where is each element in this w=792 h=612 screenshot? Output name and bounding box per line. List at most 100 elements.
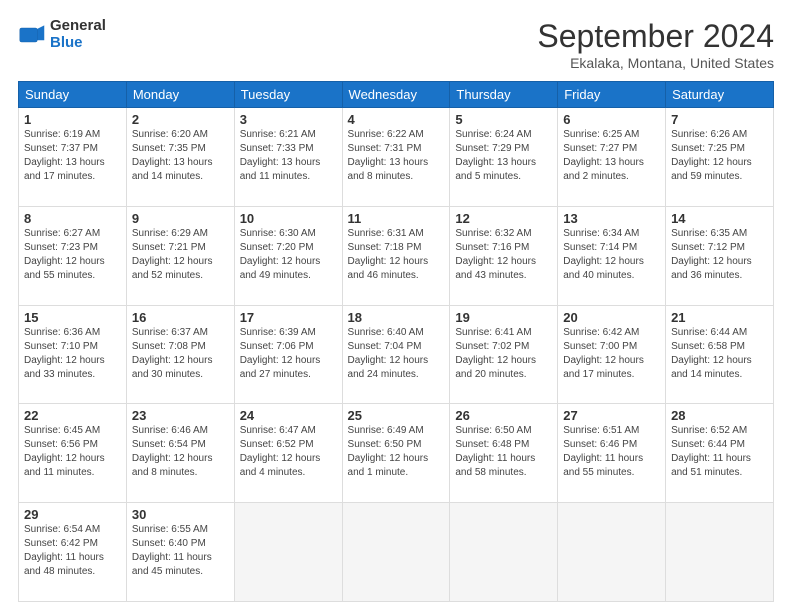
- day-number: 17: [240, 310, 337, 325]
- day-info: Sunrise: 6:52 AM Sunset: 6:44 PM Dayligh…: [671, 424, 768, 480]
- day-info: Sunrise: 6:55 AM Sunset: 6:40 PM Dayligh…: [132, 523, 229, 579]
- calendar-cell: 27Sunrise: 6:51 AM Sunset: 6:46 PM Dayli…: [558, 404, 666, 503]
- main-title: September 2024: [537, 18, 774, 55]
- day-info: Sunrise: 6:50 AM Sunset: 6:48 PM Dayligh…: [455, 424, 552, 480]
- day-number: 19: [455, 310, 552, 325]
- day-number: 1: [24, 112, 121, 127]
- weekday-header-thursday: Thursday: [450, 82, 558, 108]
- calendar-week-0: 1Sunrise: 6:19 AM Sunset: 7:37 PM Daylig…: [19, 108, 774, 207]
- calendar-cell: 29Sunrise: 6:54 AM Sunset: 6:42 PM Dayli…: [19, 503, 127, 602]
- calendar-cell: 2Sunrise: 6:20 AM Sunset: 7:35 PM Daylig…: [126, 108, 234, 207]
- header: General Blue September 2024 Ekalaka, Mon…: [18, 18, 774, 71]
- day-info: Sunrise: 6:30 AM Sunset: 7:20 PM Dayligh…: [240, 227, 337, 283]
- calendar-cell: 26Sunrise: 6:50 AM Sunset: 6:48 PM Dayli…: [450, 404, 558, 503]
- calendar-cell: 21Sunrise: 6:44 AM Sunset: 6:58 PM Dayli…: [666, 305, 774, 404]
- calendar-cell: 22Sunrise: 6:45 AM Sunset: 6:56 PM Dayli…: [19, 404, 127, 503]
- calendar-cell: 24Sunrise: 6:47 AM Sunset: 6:52 PM Dayli…: [234, 404, 342, 503]
- day-info: Sunrise: 6:36 AM Sunset: 7:10 PM Dayligh…: [24, 326, 121, 382]
- logo-line2: Blue: [50, 35, 106, 52]
- day-number: 29: [24, 507, 121, 522]
- title-block: September 2024 Ekalaka, Montana, United …: [537, 18, 774, 71]
- calendar-cell: 14Sunrise: 6:35 AM Sunset: 7:12 PM Dayli…: [666, 206, 774, 305]
- calendar-cell: 1Sunrise: 6:19 AM Sunset: 7:37 PM Daylig…: [19, 108, 127, 207]
- day-info: Sunrise: 6:22 AM Sunset: 7:31 PM Dayligh…: [348, 128, 445, 184]
- logo: General Blue: [18, 18, 106, 51]
- day-number: 2: [132, 112, 229, 127]
- page: General Blue September 2024 Ekalaka, Mon…: [0, 0, 792, 612]
- day-info: Sunrise: 6:24 AM Sunset: 7:29 PM Dayligh…: [455, 128, 552, 184]
- day-info: Sunrise: 6:39 AM Sunset: 7:06 PM Dayligh…: [240, 326, 337, 382]
- day-number: 14: [671, 211, 768, 226]
- calendar-cell: 6Sunrise: 6:25 AM Sunset: 7:27 PM Daylig…: [558, 108, 666, 207]
- day-info: Sunrise: 6:29 AM Sunset: 7:21 PM Dayligh…: [132, 227, 229, 283]
- calendar-cell: [558, 503, 666, 602]
- day-info: Sunrise: 6:27 AM Sunset: 7:23 PM Dayligh…: [24, 227, 121, 283]
- calendar-cell: 23Sunrise: 6:46 AM Sunset: 6:54 PM Dayli…: [126, 404, 234, 503]
- day-number: 30: [132, 507, 229, 522]
- day-info: Sunrise: 6:45 AM Sunset: 6:56 PM Dayligh…: [24, 424, 121, 480]
- weekday-header-monday: Monday: [126, 82, 234, 108]
- calendar-cell: 30Sunrise: 6:55 AM Sunset: 6:40 PM Dayli…: [126, 503, 234, 602]
- day-number: 28: [671, 408, 768, 423]
- day-info: Sunrise: 6:46 AM Sunset: 6:54 PM Dayligh…: [132, 424, 229, 480]
- day-info: Sunrise: 6:49 AM Sunset: 6:50 PM Dayligh…: [348, 424, 445, 480]
- day-number: 21: [671, 310, 768, 325]
- day-info: Sunrise: 6:54 AM Sunset: 6:42 PM Dayligh…: [24, 523, 121, 579]
- day-info: Sunrise: 6:51 AM Sunset: 6:46 PM Dayligh…: [563, 424, 660, 480]
- calendar-cell: 18Sunrise: 6:40 AM Sunset: 7:04 PM Dayli…: [342, 305, 450, 404]
- day-info: Sunrise: 6:44 AM Sunset: 6:58 PM Dayligh…: [671, 326, 768, 382]
- calendar-cell: [234, 503, 342, 602]
- day-info: Sunrise: 6:35 AM Sunset: 7:12 PM Dayligh…: [671, 227, 768, 283]
- day-number: 23: [132, 408, 229, 423]
- calendar-cell: 25Sunrise: 6:49 AM Sunset: 6:50 PM Dayli…: [342, 404, 450, 503]
- day-info: Sunrise: 6:31 AM Sunset: 7:18 PM Dayligh…: [348, 227, 445, 283]
- calendar-cell: 4Sunrise: 6:22 AM Sunset: 7:31 PM Daylig…: [342, 108, 450, 207]
- weekday-header-sunday: Sunday: [19, 82, 127, 108]
- calendar-cell: 7Sunrise: 6:26 AM Sunset: 7:25 PM Daylig…: [666, 108, 774, 207]
- day-number: 10: [240, 211, 337, 226]
- calendar-cell: 11Sunrise: 6:31 AM Sunset: 7:18 PM Dayli…: [342, 206, 450, 305]
- day-number: 20: [563, 310, 660, 325]
- day-number: 27: [563, 408, 660, 423]
- day-info: Sunrise: 6:47 AM Sunset: 6:52 PM Dayligh…: [240, 424, 337, 480]
- calendar-cell: 8Sunrise: 6:27 AM Sunset: 7:23 PM Daylig…: [19, 206, 127, 305]
- calendar-cell: 10Sunrise: 6:30 AM Sunset: 7:20 PM Dayli…: [234, 206, 342, 305]
- calendar-week-2: 15Sunrise: 6:36 AM Sunset: 7:10 PM Dayli…: [19, 305, 774, 404]
- day-info: Sunrise: 6:37 AM Sunset: 7:08 PM Dayligh…: [132, 326, 229, 382]
- calendar-cell: 13Sunrise: 6:34 AM Sunset: 7:14 PM Dayli…: [558, 206, 666, 305]
- day-number: 24: [240, 408, 337, 423]
- day-number: 18: [348, 310, 445, 325]
- calendar-cell: 9Sunrise: 6:29 AM Sunset: 7:21 PM Daylig…: [126, 206, 234, 305]
- day-number: 9: [132, 211, 229, 226]
- day-number: 22: [24, 408, 121, 423]
- subtitle: Ekalaka, Montana, United States: [537, 55, 774, 71]
- calendar-cell: 16Sunrise: 6:37 AM Sunset: 7:08 PM Dayli…: [126, 305, 234, 404]
- calendar-cell: 19Sunrise: 6:41 AM Sunset: 7:02 PM Dayli…: [450, 305, 558, 404]
- day-number: 8: [24, 211, 121, 226]
- weekday-header-saturday: Saturday: [666, 82, 774, 108]
- day-info: Sunrise: 6:19 AM Sunset: 7:37 PM Dayligh…: [24, 128, 121, 184]
- calendar-cell: 15Sunrise: 6:36 AM Sunset: 7:10 PM Dayli…: [19, 305, 127, 404]
- day-number: 4: [348, 112, 445, 127]
- weekday-header-wednesday: Wednesday: [342, 82, 450, 108]
- day-info: Sunrise: 6:21 AM Sunset: 7:33 PM Dayligh…: [240, 128, 337, 184]
- calendar-body: 1Sunrise: 6:19 AM Sunset: 7:37 PM Daylig…: [19, 108, 774, 602]
- day-info: Sunrise: 6:41 AM Sunset: 7:02 PM Dayligh…: [455, 326, 552, 382]
- calendar-cell: [666, 503, 774, 602]
- calendar-cell: [450, 503, 558, 602]
- calendar-week-1: 8Sunrise: 6:27 AM Sunset: 7:23 PM Daylig…: [19, 206, 774, 305]
- day-info: Sunrise: 6:25 AM Sunset: 7:27 PM Dayligh…: [563, 128, 660, 184]
- day-number: 12: [455, 211, 552, 226]
- calendar-cell: [342, 503, 450, 602]
- day-number: 25: [348, 408, 445, 423]
- calendar-week-4: 29Sunrise: 6:54 AM Sunset: 6:42 PM Dayli…: [19, 503, 774, 602]
- day-number: 16: [132, 310, 229, 325]
- day-number: 7: [671, 112, 768, 127]
- calendar-cell: 3Sunrise: 6:21 AM Sunset: 7:33 PM Daylig…: [234, 108, 342, 207]
- day-info: Sunrise: 6:34 AM Sunset: 7:14 PM Dayligh…: [563, 227, 660, 283]
- day-info: Sunrise: 6:40 AM Sunset: 7:04 PM Dayligh…: [348, 326, 445, 382]
- calendar-cell: 28Sunrise: 6:52 AM Sunset: 6:44 PM Dayli…: [666, 404, 774, 503]
- weekday-header-row: SundayMondayTuesdayWednesdayThursdayFrid…: [19, 82, 774, 108]
- day-number: 6: [563, 112, 660, 127]
- weekday-header-tuesday: Tuesday: [234, 82, 342, 108]
